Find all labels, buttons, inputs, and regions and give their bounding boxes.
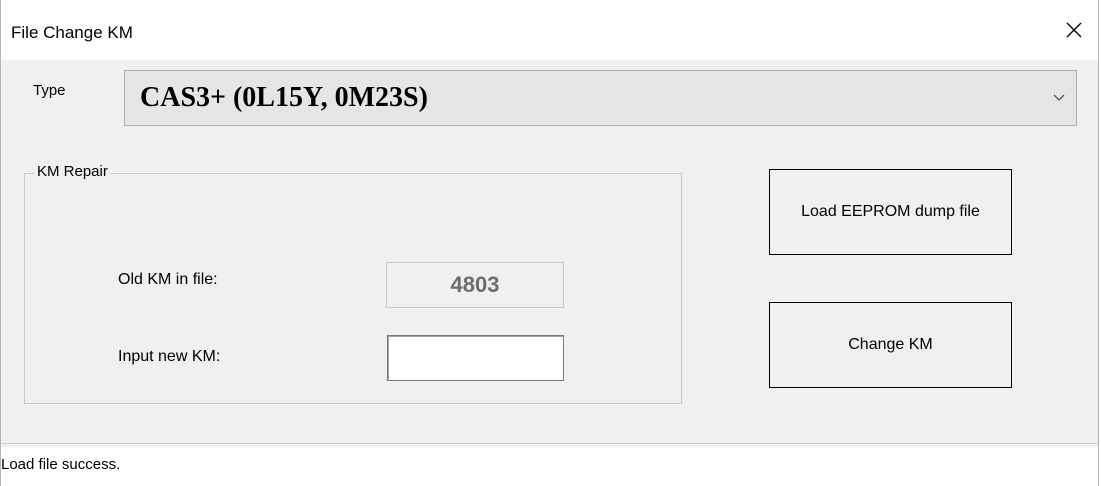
file-change-km-window: File Change KM Type CAS3+ (0L15Y, 0M23S)… [0, 0, 1099, 486]
km-repair-legend: KM Repair [34, 163, 111, 180]
status-separator [1, 443, 1098, 444]
chevron-down-icon [1053, 94, 1065, 101]
new-km-label: Input new KM: [118, 348, 221, 365]
type-label: Type [33, 82, 66, 99]
old-km-value: 4803 [386, 262, 564, 308]
load-eeprom-button[interactable]: Load EEPROM dump file [769, 169, 1012, 255]
type-dropdown[interactable]: CAS3+ (0L15Y, 0M23S) [124, 70, 1077, 126]
change-km-button[interactable]: Change KM [769, 302, 1012, 388]
close-button[interactable] [1050, 12, 1098, 48]
type-selected-value: CAS3+ (0L15Y, 0M23S) [140, 82, 428, 113]
status-bar: Load file success. [1, 447, 1098, 486]
old-km-label: Old KM in file: [118, 271, 218, 288]
new-km-input[interactable] [387, 335, 564, 381]
title-bar: File Change KM [1, 0, 1098, 60]
status-text: Load file success. [1, 456, 121, 473]
close-icon [1066, 22, 1082, 38]
window-title: File Change KM [11, 23, 133, 42]
